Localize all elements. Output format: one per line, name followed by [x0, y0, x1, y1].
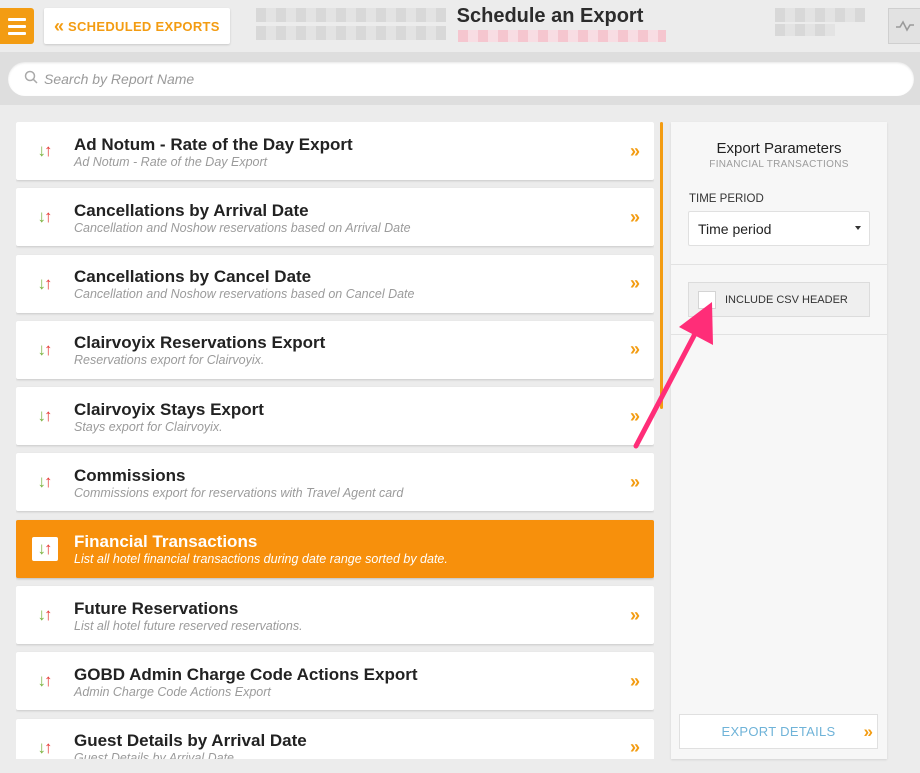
double-chevron-right-icon[interactable]: »	[612, 671, 654, 692]
hamburger-icon[interactable]	[0, 8, 34, 44]
report-list: ↓ ↑ Ad Notum - Rate of the Day Export Ad No…	[16, 122, 654, 759]
report-list-item[interactable]: ↓ ↑ Ad Notum - Rate of the Day Export Ad No…	[16, 122, 654, 180]
sort-arrows-icon: ↓ ↑	[16, 472, 74, 492]
panel-subtitle: FINANCIAL TRANSACTIONS	[709, 159, 849, 170]
report-description: Cancellation and Noshow reservations bas…	[74, 220, 411, 235]
report-list-item[interactable]: ↓ ↑ Financial Transactions List all hotel f…	[16, 519, 654, 578]
sort-arrows-icon: ↓ ↑	[16, 406, 74, 426]
redacted-text	[775, 24, 835, 36]
divider	[671, 334, 887, 335]
include-csv-header-toggle[interactable]: INCLUDE CSV HEADER	[688, 282, 870, 317]
search-icon	[24, 70, 38, 89]
double-chevron-right-icon[interactable]: »	[612, 273, 654, 294]
export-details-label: EXPORT DETAILS	[721, 724, 836, 739]
report-description: Cancellation and Noshow reservations bas…	[74, 287, 415, 302]
sort-arrows-icon: ↓ ↑	[16, 671, 74, 691]
report-list-item[interactable]: ↓ ↑ Clairvoyix Reservations Export Reservat…	[16, 320, 654, 379]
report-description: Ad Notum - Rate of the Day Export	[74, 154, 268, 169]
report-description: Admin Charge Code Actions Export	[74, 684, 271, 699]
report-description: List all hotel future reserved reservati…	[74, 618, 303, 633]
arrow-up-icon: ↑	[44, 538, 53, 558]
time-period-value: Time period	[698, 220, 772, 237]
arrow-up-icon: ↑	[44, 406, 53, 426]
report-list-item[interactable]: ↓ ↑ Cancellations by Cancel Date Cancellati…	[16, 254, 654, 313]
sort-arrows-icon: ↓ ↑	[16, 274, 74, 294]
search-box[interactable]	[8, 62, 914, 96]
redacted-text	[256, 26, 446, 40]
double-chevron-right-icon[interactable]: »	[612, 605, 654, 626]
double-chevron-right-icon[interactable]: »	[612, 141, 654, 162]
report-title: GOBD Admin Charge Code Actions Export	[74, 664, 418, 684]
report-title: Clairvoyix Reservations Export	[74, 333, 326, 353]
sort-arrows-icon: ↓ ↑	[16, 141, 74, 161]
report-description: Commissions export for reservations with…	[74, 485, 404, 500]
double-chevron-right-icon[interactable]: »	[612, 339, 654, 360]
double-chevron-left-icon: «	[54, 15, 64, 36]
report-title: Commissions	[74, 465, 186, 485]
search-bar-container	[0, 52, 920, 105]
report-list-item[interactable]: ↓ ↑ Commissions Commissions export for rese…	[16, 453, 654, 512]
arrow-up-icon: ↑	[44, 737, 53, 757]
double-chevron-right-icon[interactable]: »	[612, 406, 654, 427]
report-list-item[interactable]: ↓ ↑ GOBD Admin Charge Code Actions Export A…	[16, 652, 654, 711]
search-input[interactable]	[44, 71, 844, 87]
arrow-up-icon: ↑	[44, 472, 53, 492]
list-scrollbar[interactable]	[660, 122, 663, 409]
sort-arrows-icon: ↓ ↑	[16, 207, 74, 227]
time-period-label: TIME PERIOD	[689, 193, 764, 205]
header-bar: « SCHEDULED EXPORTS Schedule an Export	[0, 0, 920, 52]
report-list-item[interactable]: ↓ ↑ Clairvoyix Stays Export Stays export fo…	[16, 387, 654, 446]
report-description: Guest Details by Arrival Date	[74, 751, 235, 759]
time-period-select[interactable]: Time period	[688, 211, 870, 246]
report-title: Cancellations by Arrival Date	[74, 200, 309, 220]
back-button-label: SCHEDULED EXPORTS	[68, 18, 220, 34]
arrow-up-icon: ↑	[44, 605, 53, 625]
report-list-item[interactable]: ↓ ↑ Cancellations by Arrival Date Cancellat…	[16, 188, 654, 247]
report-title: Ad Notum - Rate of the Day Export	[74, 134, 353, 154]
sort-arrows-icon: ↓ ↑	[16, 536, 74, 561]
double-chevron-right-icon[interactable]: »	[612, 472, 654, 493]
report-description: Reservations export for Clairvoyix.	[74, 353, 265, 368]
sort-arrows-icon: ↓ ↑	[16, 738, 74, 758]
redacted-text	[458, 30, 666, 42]
page-title: Schedule an Export	[456, 5, 644, 27]
caret-down-icon	[855, 226, 861, 230]
report-title: Clairvoyix Stays Export	[74, 399, 264, 419]
scheduled-exports-back-button[interactable]: « SCHEDULED EXPORTS	[44, 8, 230, 44]
report-list-item[interactable]: ↓ ↑ Guest Details by Arrival Date Guest Det…	[16, 718, 654, 759]
export-parameters-panel: Export Parameters FINANCIAL TRANSACTIONS…	[671, 122, 887, 759]
export-details-button[interactable]: EXPORT DETAILS »	[679, 714, 878, 749]
report-list-item[interactable]: ↓ ↑ Future Reservations List all hotel futu…	[16, 586, 654, 645]
divider	[671, 264, 887, 265]
report-title: Guest Details by Arrival Date	[74, 731, 307, 751]
report-description: Stays export for Clairvoyix.	[74, 419, 223, 434]
arrow-up-icon: ↑	[44, 207, 53, 227]
report-description: List all hotel financial transactions du…	[74, 552, 448, 567]
redacted-text	[256, 8, 446, 22]
arrow-up-icon: ↑	[44, 671, 53, 691]
report-title: Cancellations by Cancel Date	[74, 267, 312, 287]
panel-title: Export Parameters	[716, 140, 842, 157]
csv-header-checkbox[interactable]	[698, 290, 716, 309]
sort-arrows-icon: ↓ ↑	[16, 605, 74, 625]
arrow-up-icon: ↑	[44, 339, 53, 359]
redacted-text	[775, 8, 865, 22]
double-chevron-right-icon: »	[863, 722, 874, 741]
activity-icon[interactable]	[888, 8, 920, 44]
arrow-up-icon: ↑	[44, 141, 53, 160]
sort-arrows-icon: ↓ ↑	[16, 340, 74, 360]
double-chevron-right-icon[interactable]: »	[612, 737, 654, 758]
report-title: Future Reservations	[74, 598, 239, 618]
arrow-up-icon: ↑	[44, 273, 53, 293]
report-title: Financial Transactions	[74, 532, 258, 552]
double-chevron-right-icon[interactable]: »	[612, 207, 654, 228]
csv-header-label: INCLUDE CSV HEADER	[725, 293, 848, 306]
